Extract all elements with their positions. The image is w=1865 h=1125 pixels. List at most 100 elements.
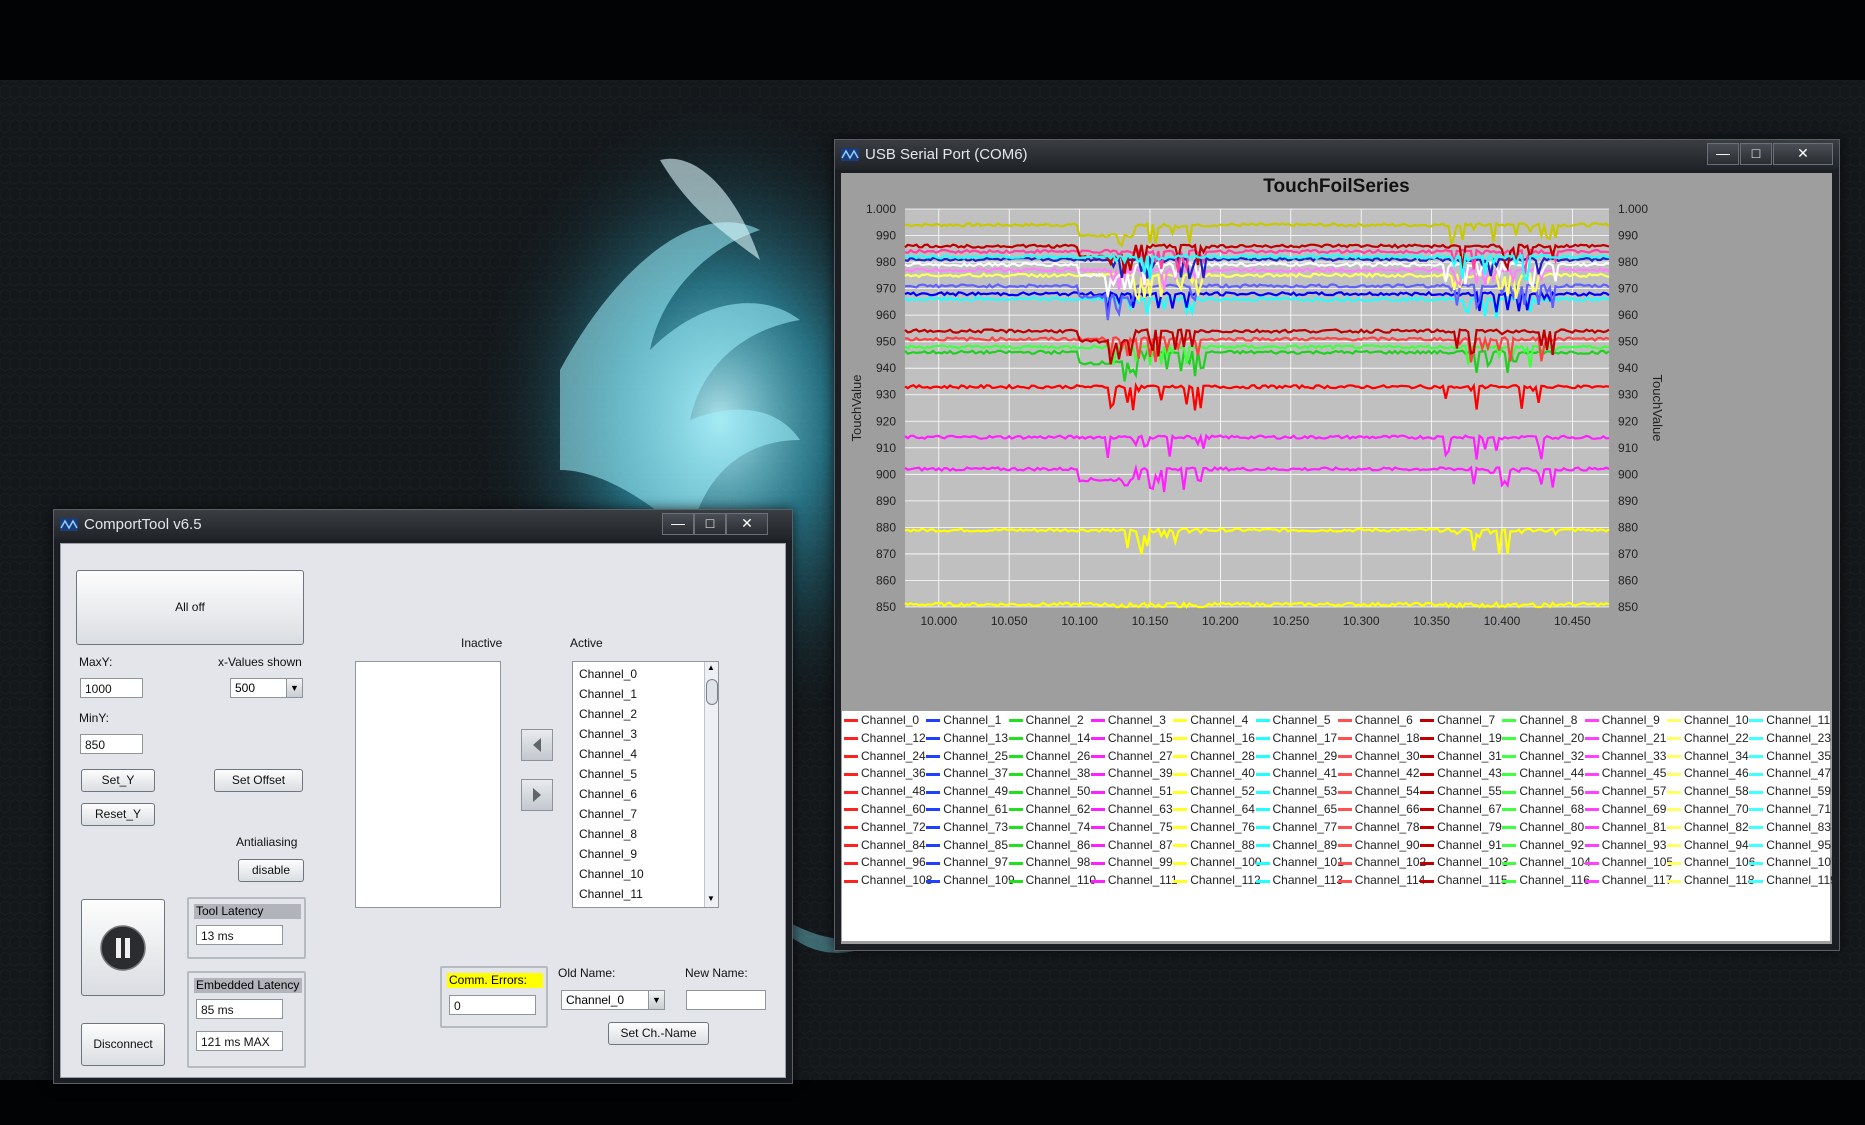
chevron-down-icon[interactable]: ▼ (648, 991, 664, 1009)
legend-item: Channel_19 (1420, 731, 1502, 745)
legend-label: Channel_49 (943, 784, 1009, 799)
legend-item: Channel_49 (926, 784, 1008, 798)
antialiasing-disable-button[interactable]: disable (238, 859, 304, 882)
list-item[interactable]: Channel_10 (579, 867, 644, 881)
legend-item: Channel_9 (1584, 713, 1660, 727)
list-item[interactable]: Channel_1 (579, 687, 637, 701)
legend-item: Channel_63 (1090, 802, 1173, 816)
legend-item: Channel_103 (1420, 855, 1509, 870)
close-button[interactable]: ✕ (1773, 143, 1833, 165)
legend-swatch (1502, 719, 1517, 723)
legend-swatch (1584, 754, 1599, 758)
legend-swatch (1008, 790, 1023, 794)
minimize-button[interactable]: — (662, 513, 694, 535)
move-left-button[interactable] (521, 729, 553, 761)
set-y-button[interactable]: Set_Y (81, 769, 155, 792)
list-item[interactable]: Channel_6 (579, 787, 637, 801)
legend-item: Channel_111 (1090, 873, 1178, 888)
legend-item: Channel_119 (1749, 873, 1837, 887)
pause-button[interactable] (81, 899, 165, 996)
list-item[interactable]: Channel_4 (579, 747, 637, 761)
set-offset-button[interactable]: Set Offset (214, 769, 303, 792)
legend-swatch (844, 790, 858, 794)
all-off-button[interactable]: All off (76, 570, 304, 645)
legend-label: Channel_41 (1272, 766, 1338, 781)
disconnect-button[interactable]: Disconnect (81, 1023, 165, 1066)
legend-swatch (1090, 754, 1105, 758)
legend-label: Channel_103 (1437, 855, 1509, 870)
legend-label: Channel_106 (1684, 855, 1756, 870)
legend-item: Channel_37 (926, 766, 1008, 780)
legend-item: Channel_47 (1749, 766, 1831, 780)
y-tick-label-right: 990 (1618, 229, 1638, 243)
list-item[interactable]: Channel_11 (579, 887, 643, 901)
list-item[interactable]: Channel_2 (579, 707, 637, 721)
y-tick-label-right: 950 (1618, 335, 1638, 349)
legend-item: Channel_69 (1584, 802, 1667, 816)
list-item[interactable]: Channel_5 (579, 767, 637, 781)
legend-item: Channel_39 (1090, 766, 1173, 780)
minimize-button[interactable]: — (1707, 143, 1739, 165)
legend-label: Channel_55 (1437, 784, 1502, 799)
legend-label: Channel_69 (1601, 802, 1667, 816)
legend-swatch (1584, 826, 1599, 830)
legend-label: Channel_111 (1107, 873, 1178, 888)
legend-label: Channel_82 (1684, 819, 1749, 834)
legend-item: Channel_72 (844, 820, 926, 834)
legend-item: Channel_114 (1337, 873, 1425, 887)
comm-errors-label: Comm. Errors: (447, 973, 543, 988)
legend-swatch (926, 879, 941, 883)
legend-label: Channel_61 (943, 802, 1009, 816)
legend-swatch (1667, 772, 1681, 776)
list-scrollbar[interactable]: ▲ ▼ (704, 662, 718, 907)
scroll-thumb[interactable] (706, 679, 718, 705)
list-item[interactable]: Channel_0 (579, 667, 637, 681)
legend-item: Channel_73 (926, 820, 1008, 834)
maximize-button[interactable]: □ (1740, 143, 1772, 165)
list-item[interactable]: Channel_8 (579, 827, 637, 841)
legend-item: Channel_95 (1749, 838, 1831, 852)
move-right-button[interactable] (521, 779, 553, 811)
comport-client-area: All off MaxY: 1000 x-Values shown 500 ▼ … (60, 543, 786, 1078)
legend-swatch (1255, 861, 1270, 865)
active-channel-list[interactable]: Channel_0 Channel_1 Channel_2 Channel_3 … (572, 661, 719, 908)
inactive-channel-list[interactable] (355, 661, 501, 908)
legend-item: Channel_100 (1173, 855, 1262, 869)
legend-item: Channel_75 (1090, 820, 1173, 834)
xvalues-select[interactable]: 500 ▼ (230, 678, 303, 698)
maxy-input[interactable]: 1000 (80, 678, 143, 698)
scroll-up-icon[interactable]: ▲ (707, 663, 715, 672)
legend-item: Channel_59 (1749, 784, 1831, 798)
y-tick-label-left: 1.000 (866, 202, 896, 216)
maximize-button[interactable]: □ (694, 513, 726, 535)
legend-label: Channel_48 (861, 784, 926, 799)
embedded-latency-group: Embedded Latency 85 ms 121 ms MAX (187, 971, 306, 1068)
old-name-select[interactable]: Channel_0 ▼ (561, 990, 665, 1010)
reset-y-button[interactable]: Reset_Y (81, 803, 155, 826)
legend-item: Channel_118 (1667, 873, 1755, 887)
legend-swatch (1749, 754, 1764, 758)
chevron-down-icon[interactable]: ▼ (286, 679, 302, 697)
legend-swatch (1173, 826, 1188, 830)
close-button[interactable]: ✕ (726, 513, 768, 535)
y-axis-label-left: TouchValue (849, 375, 864, 442)
new-name-input[interactable] (686, 990, 766, 1010)
list-item[interactable]: Channel_9 (579, 847, 637, 861)
legend-item: Channel_40 (1173, 766, 1255, 780)
comport-titlebar[interactable]: ComportTool v6.5 — □ ✕ (54, 510, 792, 540)
legend-swatch (1090, 772, 1105, 776)
list-item[interactable]: Channel_3 (579, 727, 637, 741)
legend-swatch (1008, 719, 1023, 723)
legend-item: Channel_17 (1255, 731, 1337, 745)
scroll-down-icon[interactable]: ▼ (707, 894, 715, 903)
chart-titlebar[interactable]: USB Serial Port (COM6) — □ ✕ (835, 140, 1839, 170)
miny-input[interactable]: 850 (80, 734, 143, 754)
legend-label: Channel_8 (1519, 713, 1578, 727)
list-item[interactable]: Channel_7 (579, 807, 637, 821)
set-channel-name-button[interactable]: Set Ch.-Name (608, 1022, 709, 1045)
legend-item: Channel_109 (926, 873, 1015, 887)
y-tick-label-left: 930 (876, 388, 896, 402)
legend-item: Channel_64 (1173, 802, 1255, 816)
legend-swatch (1008, 843, 1023, 847)
legend-label: Channel_95 (1766, 837, 1832, 852)
